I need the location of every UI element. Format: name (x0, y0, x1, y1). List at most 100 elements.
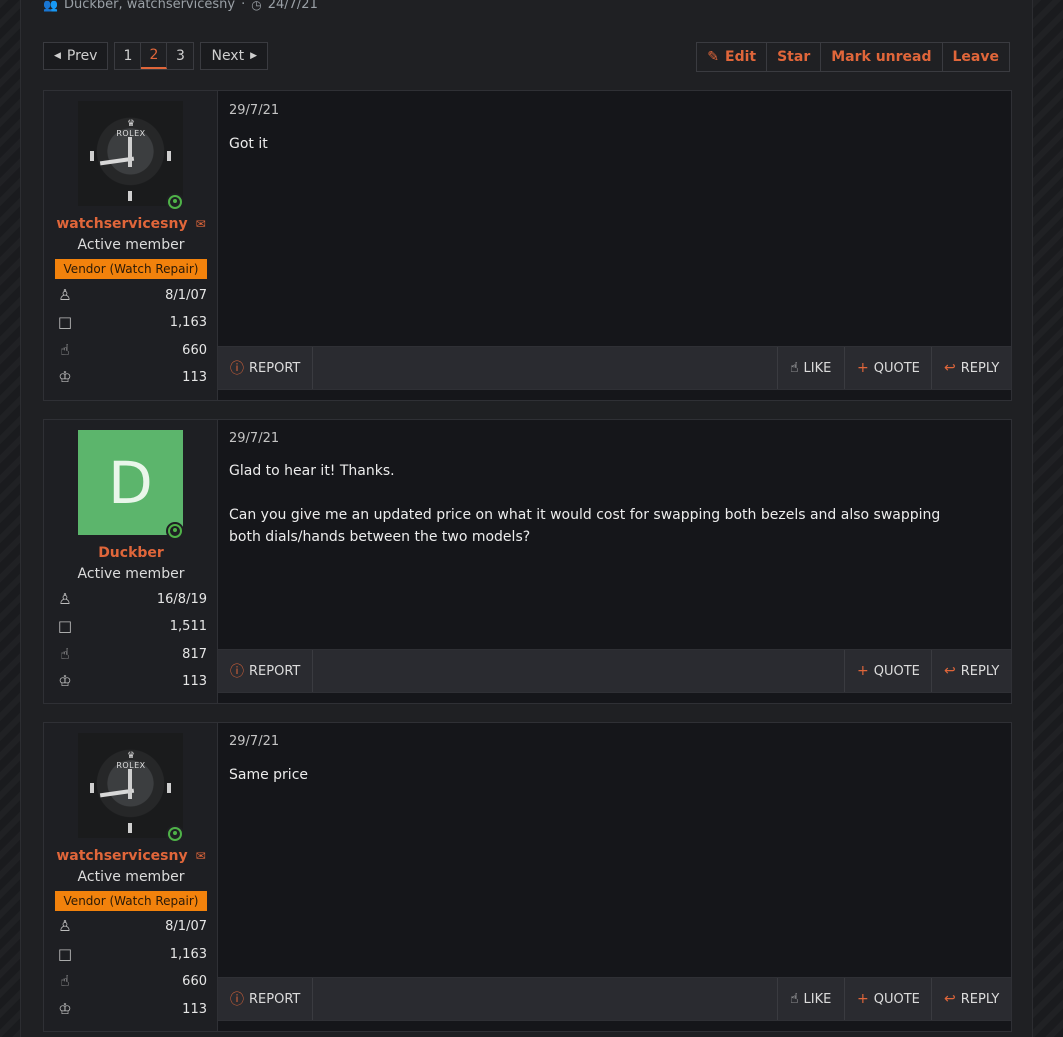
watch-marker (167, 151, 171, 161)
thumbs-up-icon: ☝ (60, 972, 70, 990)
user-status-icon (168, 827, 182, 841)
post-text: Same price (229, 767, 309, 783)
watch-marker (167, 783, 171, 793)
user-icon: ♙ (58, 286, 72, 304)
post: ♛ ROLEX watchservicesny ✉ Active member V… (43, 722, 1012, 1032)
thread-meta: 👥 Duckber, watchservicesny · ◷ 24/7/21 (43, 0, 318, 12)
plus-icon: + (857, 991, 869, 1007)
online-indicator (166, 193, 184, 211)
user-panel: ♛ ROLEX watchservicesny ✉ Active member V… (44, 723, 218, 1031)
meta-separator: · (241, 0, 246, 12)
next-page-button[interactable]: Next ▶ (200, 42, 269, 70)
watch-hand (128, 137, 132, 167)
online-indicator (166, 825, 184, 843)
page-2-link[interactable]: 2 (141, 43, 168, 69)
thumbs-up-icon: ☝ (60, 645, 70, 663)
stat-points: ♔ 113 (55, 367, 207, 387)
username[interactable]: Duckber (44, 545, 218, 561)
plus-icon: + (857, 360, 869, 376)
reactions-value: 660 (182, 973, 207, 989)
stat-joined: ♙ 16/8/19 (55, 589, 207, 609)
prev-label: Prev (66, 48, 98, 64)
username-text: watchservicesny (56, 848, 188, 864)
post-date[interactable]: 29/7/21 (229, 103, 279, 118)
watch-marker (90, 151, 94, 161)
joined-value: 16/8/19 (156, 591, 207, 607)
post-date[interactable]: 29/7/21 (229, 734, 279, 749)
watch-hand (128, 769, 132, 799)
messages-value: 1,511 (169, 618, 207, 634)
reply-label: REPLY (960, 663, 1000, 679)
mail-icon[interactable]: ✉ (196, 217, 206, 231)
stat-reactions: ☝ 660 (55, 340, 207, 360)
reply-icon: ↩ (944, 360, 956, 376)
user-icon: ♙ (58, 917, 72, 935)
page-numbers: 1 2 3 (114, 42, 195, 70)
report-button[interactable]: ⓘ REPORT (218, 650, 314, 692)
user-panel: ♛ ROLEX watchservicesny ✉ Active member V… (44, 91, 218, 400)
user-status-icon (168, 524, 182, 538)
like-button[interactable]: ☝ LIKE (777, 978, 843, 1020)
reply-button[interactable]: ↩ REPLY (931, 347, 1011, 389)
edit-button[interactable]: ✎ Edit (697, 43, 768, 71)
messages-icon: □ (57, 945, 73, 963)
like-button[interactable]: ☝ LIKE (777, 347, 843, 389)
quote-button[interactable]: + QUOTE (844, 978, 932, 1020)
messages-value: 1,163 (169, 946, 207, 962)
stat-reactions: ☝ 660 (55, 971, 207, 991)
mail-icon[interactable]: ✉ (196, 849, 206, 863)
user-icon: ♙ (58, 590, 72, 608)
alert-icon: ⓘ (230, 664, 244, 680)
username-text: watchservicesny (56, 216, 188, 232)
username[interactable]: watchservicesny ✉ (44, 216, 218, 232)
participants-text[interactable]: Duckber, watchservicesny (64, 0, 235, 12)
pencil-icon: ✎ (707, 49, 720, 65)
vendor-banner: Vendor (Watch Repair) (55, 259, 207, 279)
online-indicator (166, 522, 184, 540)
reactions-value: 817 (182, 646, 207, 662)
leave-button[interactable]: Leave (943, 43, 1009, 71)
post-body: 29/7/21 Got it ⓘ REPORT ☝ LIKE + QUOTE ↩… (218, 91, 1011, 400)
report-label: REPORT (249, 360, 301, 376)
quote-button[interactable]: + QUOTE (844, 347, 932, 389)
quote-label: QUOTE (873, 991, 920, 1007)
points-value: 113 (182, 1001, 207, 1017)
stat-messages: □ 1,163 (55, 312, 207, 332)
plus-icon: + (857, 663, 869, 679)
username[interactable]: watchservicesny ✉ (44, 848, 218, 864)
post-date[interactable]: 29/7/21 (229, 431, 279, 446)
avatar[interactable]: D (78, 430, 183, 535)
report-label: REPORT (249, 663, 301, 679)
watch-marker (90, 783, 94, 793)
thread-start-date[interactable]: 24/7/21 (268, 0, 318, 12)
reply-icon: ↩ (944, 991, 956, 1007)
points-value: 113 (182, 673, 207, 689)
thumbs-up-icon: ☝ (790, 991, 799, 1007)
avatar[interactable]: ♛ ROLEX (78, 733, 183, 838)
avatar[interactable]: ♛ ROLEX (78, 101, 183, 206)
reply-button[interactable]: ↩ REPLY (931, 978, 1011, 1020)
report-button[interactable]: ⓘ REPORT (218, 978, 314, 1020)
post-body: 29/7/21 Same price ⓘ REPORT ☝ LIKE + QUO… (218, 723, 1011, 1031)
trophy-icon: ♔ (58, 1000, 72, 1018)
joined-value: 8/1/07 (165, 918, 207, 934)
reply-label: REPLY (960, 991, 1000, 1007)
report-label: REPORT (249, 991, 301, 1007)
watch-marker (128, 191, 132, 201)
quote-button[interactable]: + QUOTE (844, 650, 932, 692)
thumbs-up-icon: ☝ (790, 360, 799, 376)
prev-page-button[interactable]: ◀ Prev (43, 42, 109, 70)
star-button[interactable]: Star (767, 43, 822, 71)
post: D Duckber Active member ♙ 16/8/19 □ 1,51… (43, 419, 1012, 704)
chevron-left-icon: ◀ (54, 51, 61, 61)
messages-icon: □ (57, 617, 73, 635)
like-label: LIKE (803, 991, 832, 1007)
user-title: Active member (77, 566, 185, 582)
stat-messages: □ 1,511 (55, 616, 207, 636)
page-1-link[interactable]: 1 (115, 43, 142, 69)
reply-button[interactable]: ↩ REPLY (931, 650, 1011, 692)
mark-unread-button[interactable]: Mark unread (821, 43, 943, 71)
post-body: 29/7/21 Glad to hear it! Thanks. Can you… (218, 420, 1011, 703)
page-3-link[interactable]: 3 (167, 43, 193, 69)
report-button[interactable]: ⓘ REPORT (218, 347, 314, 389)
